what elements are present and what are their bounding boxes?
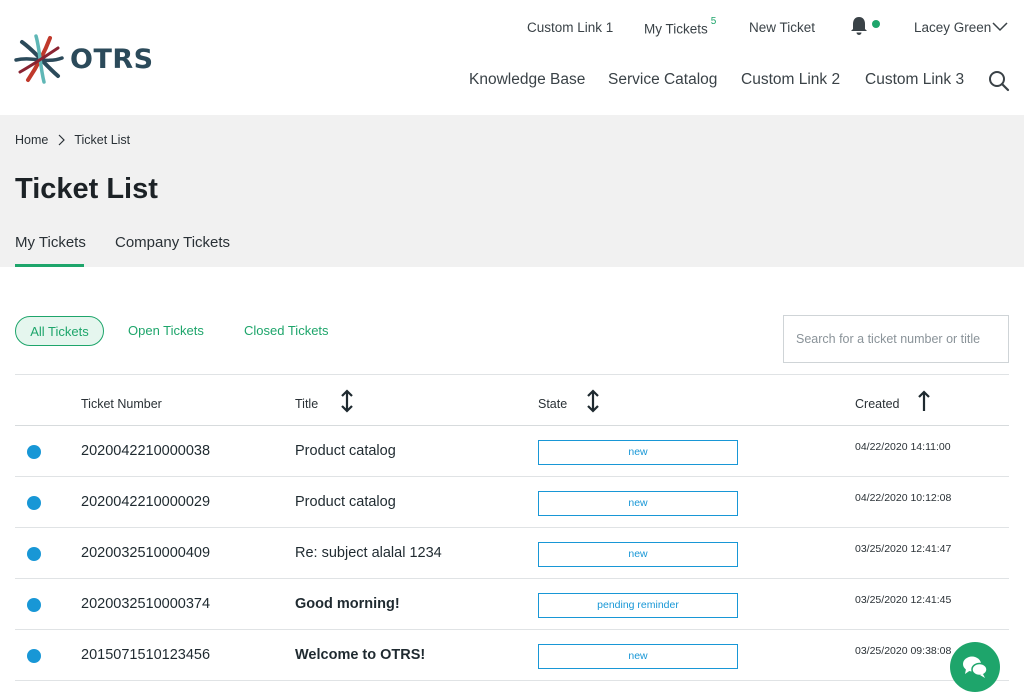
filter-open-tickets[interactable]: Open Tickets bbox=[128, 316, 204, 346]
tab-my-tickets[interactable]: My Tickets bbox=[15, 234, 86, 251]
chevron-right-icon bbox=[58, 134, 66, 146]
breadcrumb-current: Ticket List bbox=[74, 133, 131, 147]
ticket-title: Re: subject alalal 1234 bbox=[295, 545, 442, 561]
header-ticket-number[interactable]: Ticket Number bbox=[81, 397, 162, 411]
header-title[interactable]: Title bbox=[295, 397, 318, 411]
table-row[interactable]: 2020042210000029 Product catalog new 04/… bbox=[15, 477, 1009, 528]
table-row[interactable]: 2015071510123456 Welcome to OTRS! new 03… bbox=[15, 630, 1009, 681]
sort-both-icon[interactable] bbox=[340, 389, 354, 413]
ticket-number: 2020032510000409 bbox=[81, 545, 211, 561]
table-header: Ticket Number Title State Created bbox=[15, 374, 1009, 426]
filter-closed-tickets[interactable]: Closed Tickets bbox=[244, 316, 329, 346]
ticket-search-input[interactable] bbox=[783, 315, 1009, 363]
created-date: 04/22/2020 10:12:08 bbox=[855, 492, 952, 504]
active-tab-indicator bbox=[15, 264, 84, 267]
tab-company-tickets[interactable]: Company Tickets bbox=[115, 234, 230, 251]
state-badge: new bbox=[538, 491, 738, 516]
nav-custom-link-2[interactable]: Custom Link 2 bbox=[741, 71, 840, 89]
notification-dot bbox=[872, 20, 880, 28]
table-row[interactable]: 2020032510000409 Re: subject alalal 1234… bbox=[15, 528, 1009, 579]
unread-indicator bbox=[27, 445, 41, 459]
bell-icon[interactable] bbox=[850, 16, 868, 36]
ticket-title: Welcome to OTRS! bbox=[295, 647, 426, 663]
header-state[interactable]: State bbox=[538, 397, 567, 411]
logo-mark-icon bbox=[14, 34, 64, 84]
user-menu[interactable]: Lacey Green bbox=[914, 20, 991, 35]
created-date: 03/25/2020 12:41:45 bbox=[855, 594, 952, 606]
unread-indicator bbox=[27, 496, 41, 510]
header: OTRS Custom Link 1 My Tickets 5 New Ticke… bbox=[0, 0, 1024, 115]
logo-text: OTRS bbox=[70, 43, 154, 75]
breadcrumb-home[interactable]: Home bbox=[15, 133, 48, 147]
chat-bubbles-icon bbox=[963, 656, 988, 678]
page-title: Ticket List bbox=[15, 173, 158, 205]
state-badge: pending reminder bbox=[538, 593, 738, 618]
ticket-number: 2015071510123456 bbox=[81, 647, 211, 663]
chevron-down-icon[interactable] bbox=[992, 22, 1008, 32]
sort-both-icon[interactable] bbox=[586, 389, 600, 413]
unread-indicator bbox=[27, 547, 41, 561]
ticket-title: Product catalog bbox=[295, 443, 396, 459]
custom-link-1[interactable]: Custom Link 1 bbox=[527, 20, 613, 35]
my-tickets-label: My Tickets bbox=[644, 21, 708, 37]
ticket-title: Product catalog bbox=[295, 494, 396, 510]
search-icon[interactable] bbox=[988, 70, 1010, 92]
state-badge: new bbox=[538, 644, 738, 669]
created-date: 03/25/2020 12:41:47 bbox=[855, 543, 952, 555]
new-ticket-link[interactable]: New Ticket bbox=[749, 20, 815, 35]
state-badge: new bbox=[538, 542, 738, 567]
ticket-number: 2020042210000038 bbox=[81, 443, 211, 459]
created-date: 04/22/2020 14:11:00 bbox=[855, 441, 951, 453]
breadcrumb: Home Ticket List bbox=[15, 133, 130, 147]
sort-ascending-icon[interactable] bbox=[917, 389, 931, 413]
chat-button[interactable] bbox=[950, 642, 1000, 692]
otrs-logo[interactable]: OTRS bbox=[14, 34, 154, 84]
ticket-number: 2020042210000029 bbox=[81, 494, 211, 510]
header-created[interactable]: Created bbox=[855, 397, 899, 411]
unread-indicator bbox=[27, 649, 41, 663]
state-badge: new bbox=[538, 440, 738, 465]
table-row[interactable]: 2020032510000374 Good morning! pending r… bbox=[15, 579, 1009, 630]
created-date: 03/25/2020 09:38:08 bbox=[855, 645, 952, 657]
table-row[interactable]: 2020042210000038 Product catalog new 04/… bbox=[15, 426, 1009, 477]
ticket-title: Good morning! bbox=[295, 596, 400, 612]
nav-custom-link-3[interactable]: Custom Link 3 bbox=[865, 71, 964, 89]
nav-service-catalog[interactable]: Service Catalog bbox=[608, 71, 717, 89]
nav-knowledge-base[interactable]: Knowledge Base bbox=[469, 71, 585, 89]
filter-all-tickets[interactable]: All Tickets bbox=[15, 316, 104, 346]
ticket-number: 2020032510000374 bbox=[81, 596, 211, 612]
my-tickets-link[interactable]: My Tickets 5 bbox=[644, 16, 716, 37]
my-tickets-count-badge: 5 bbox=[710, 16, 717, 27]
unread-indicator bbox=[27, 598, 41, 612]
